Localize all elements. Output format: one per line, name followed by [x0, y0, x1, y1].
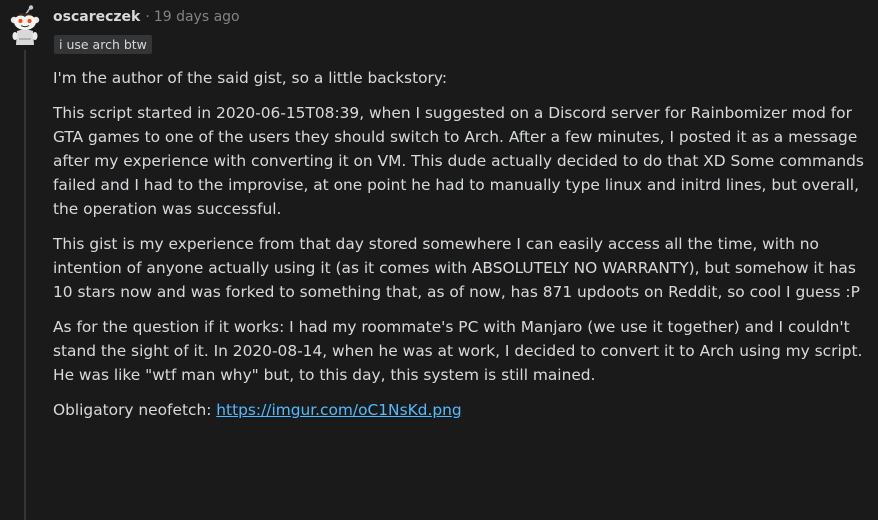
user-flair: i use arch btw [54, 35, 152, 54]
timestamp-link[interactable]: 19 days ago [154, 9, 240, 25]
snoo-avatar-icon [10, 5, 40, 45]
neofetch-paragraph: Obligatory neofetch: https://imgur.com/o… [53, 398, 875, 422]
comment-paragraph: This script started in 2020-06-15T08:39,… [53, 104, 864, 218]
comment-paragraph: I'm the author of the said gist, so a li… [53, 69, 448, 87]
comment: oscareczek · 19 days ago i use arch btw … [0, 0, 878, 520]
comment-body: I'm the author of the said gist, so a li… [53, 66, 875, 433]
neofetch-label: Obligatory neofetch: [53, 401, 217, 419]
thread-collapse-line[interactable] [24, 50, 26, 520]
comment-paragraph: This gist is my experience from that day… [53, 235, 860, 301]
neofetch-link[interactable]: https://imgur.com/oC1NsKd.png [216, 401, 461, 419]
meta-separator: · [145, 9, 150, 25]
username-link[interactable]: oscareczek [53, 9, 140, 25]
user-avatar[interactable] [7, 5, 43, 47]
comment-meta: oscareczek · 19 days ago [53, 9, 240, 31]
comment-paragraph: As for the question if it works: I had m… [53, 318, 863, 384]
